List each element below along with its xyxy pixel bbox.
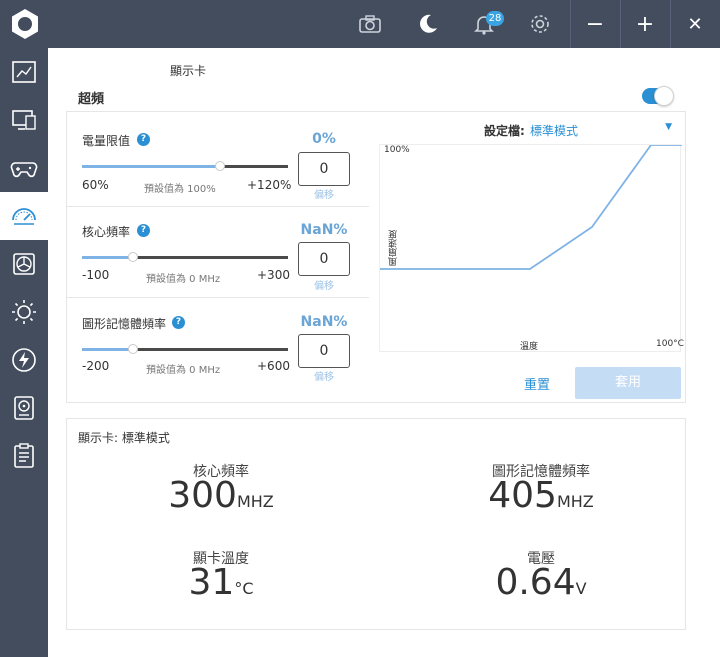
profile-dropdown[interactable]: 標準模式 ▼ <box>530 120 672 138</box>
reset-button[interactable]: 重置 <box>512 374 562 393</box>
sidebar-item-lighting[interactable] <box>0 288 48 336</box>
logo-icon <box>12 9 38 39</box>
maximize-button[interactable]: + <box>620 0 670 48</box>
section-title: 超頻 <box>78 92 105 107</box>
core-clock-offset-label: 偏移 <box>314 281 334 292</box>
voltage-stat-unit: V <box>575 579 587 598</box>
gpu-temp-stat: 31°C <box>156 562 286 603</box>
harddrive-icon <box>14 396 34 420</box>
gpu-temp-stat-value: 31 <box>188 562 235 603</box>
memory-clock-stat-value: 405 <box>488 475 557 516</box>
sidebar-item-report[interactable] <box>0 432 48 480</box>
core-clock-min: -100 <box>82 268 110 282</box>
memory-clock-offset-label: 偏移 <box>314 372 334 383</box>
memory-clock-percent: NaN% <box>300 314 348 330</box>
sidebar-item-storage[interactable] <box>0 384 48 432</box>
power-limit-min: 60% <box>82 178 109 192</box>
sidebar-item-dashboard[interactable] <box>0 48 48 96</box>
moon-icon[interactable] <box>412 8 444 40</box>
profile-value: 標準模式 <box>530 124 579 138</box>
minimize-button[interactable]: − <box>570 0 620 48</box>
power-limit-percent: 0% <box>312 131 336 147</box>
divider <box>67 206 369 207</box>
chart-x-max: 100°C <box>656 339 684 349</box>
power-limit-input[interactable]: 0 <box>298 152 350 186</box>
help-icon[interactable]: ? <box>172 316 185 329</box>
sidebar-item-monitor[interactable] <box>0 96 48 144</box>
memory-clock-slider-handle[interactable] <box>128 344 138 354</box>
core-clock-label: 核心頻率 <box>82 225 131 239</box>
sidebar-item-gaming[interactable] <box>0 144 48 192</box>
core-clock-default: 預設值為 0 MHz <box>146 274 221 285</box>
overclock-toggle[interactable] <box>642 86 674 106</box>
core-clock-stat-unit: MHZ <box>236 492 274 511</box>
speedometer-icon <box>12 208 36 225</box>
divider <box>67 297 369 298</box>
fan-curve-chart[interactable] <box>379 144 682 353</box>
dashboard-icon <box>12 61 36 83</box>
power-limit-offset-label: 偏移 <box>314 190 334 201</box>
memory-clock-default: 預設值為 0 MHz <box>146 365 221 376</box>
gear-icon[interactable] <box>524 8 556 40</box>
core-clock-max: +300 <box>257 268 290 282</box>
apply-button[interactable]: 套用 <box>575 367 681 399</box>
chart-y-max: 100% <box>384 145 410 155</box>
fan-curve-graph[interactable] <box>380 144 682 353</box>
power-limit-label: 電量限值 <box>82 134 131 148</box>
memory-clock-slider-fill <box>82 348 133 351</box>
help-icon[interactable]: ? <box>137 133 150 146</box>
core-clock-percent: NaN% <box>300 222 348 238</box>
core-clock-input[interactable]: 0 <box>298 242 350 276</box>
monitor-icon <box>12 110 36 130</box>
memory-clock-min: -200 <box>82 359 110 373</box>
gamepad-icon <box>10 162 38 178</box>
sidebar-item-power[interactable] <box>0 336 48 384</box>
power-limit-slider-handle[interactable] <box>215 161 225 171</box>
voltage-stat-value: 0.64 <box>495 562 576 603</box>
clipboard-icon <box>14 443 34 468</box>
camera-icon[interactable] <box>354 8 386 40</box>
power-limit-slider-fill <box>82 165 220 168</box>
notification-badge: 28 <box>486 11 504 26</box>
sidebar-item-fan[interactable] <box>0 240 48 288</box>
core-clock-stat-value: 300 <box>168 475 237 516</box>
status-title: 顯示卡: 標準模式 <box>78 431 170 445</box>
memory-clock-input[interactable]: 0 <box>298 334 350 368</box>
memory-clock-stat: 405MHZ <box>471 475 611 516</box>
sidebar-item-overclock[interactable] <box>0 192 48 240</box>
memory-clock-stat-unit: MHZ <box>556 492 594 511</box>
help-icon[interactable]: ? <box>137 224 150 237</box>
profile-label: 設定檔: <box>484 124 525 138</box>
brightness-icon <box>12 300 36 324</box>
main-content: 顯示卡 超頻 電量限值 ? 0% 60% 預設值為 100% +120% 0 偏… <box>48 48 720 657</box>
chart-y-label: 風扇速度 <box>389 230 399 266</box>
memory-clock-max: +600 <box>257 359 290 373</box>
sidebar <box>0 48 48 657</box>
power-limit-default: 預設值為 100% <box>144 184 216 195</box>
close-button[interactable]: ✕ <box>670 0 720 48</box>
core-clock-slider-handle[interactable] <box>128 252 138 262</box>
fan-icon <box>13 253 35 275</box>
gpu-temp-stat-unit: °C <box>234 579 254 598</box>
title-bar: 28 − + ✕ <box>0 0 720 48</box>
core-clock-slider-fill <box>82 256 133 259</box>
power-limit-max: +120% <box>247 178 292 192</box>
page-subtitle: 顯示卡 <box>170 64 207 78</box>
core-clock-stat: 300MHZ <box>151 475 291 516</box>
chevron-down-icon: ▼ <box>665 122 672 132</box>
voltage-stat: 0.64V <box>471 562 611 603</box>
memory-clock-label: 圖形記憶體頻率 <box>82 317 167 331</box>
chart-x-label: 溫度 <box>520 342 539 352</box>
lightning-icon <box>12 348 36 372</box>
